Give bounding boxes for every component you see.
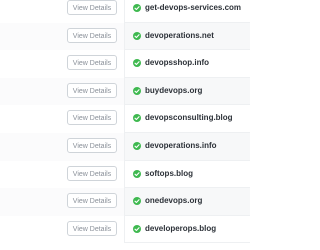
domain-list: View Details get-devops-services.com Vie… (0, 0, 250, 244)
domain-row: View Details developerops.blog (0, 215, 250, 244)
view-details-button[interactable]: View Details (67, 55, 117, 71)
check-circle-icon (133, 141, 141, 150)
domain-name[interactable]: devoperations.net (145, 30, 214, 42)
action-cell: View Details (0, 160, 124, 189)
check-circle-icon (133, 169, 141, 178)
check-circle-icon (133, 197, 141, 206)
action-cell: View Details (0, 105, 124, 133)
action-cell: View Details (0, 77, 124, 106)
action-cell: View Details (0, 50, 124, 78)
check-circle-icon (133, 4, 141, 12)
view-details-button[interactable]: View Details (67, 193, 117, 209)
check-circle-icon (133, 114, 141, 123)
view-details-button[interactable]: View Details (67, 220, 117, 236)
domain-row: View Details devoperations.info (0, 132, 250, 161)
domain-name[interactable]: softops.blog (145, 168, 193, 180)
domain-name[interactable]: developerops.blog (145, 223, 216, 235)
domain-row: View Details devoperations.net (0, 22, 250, 51)
view-details-button[interactable]: View Details (67, 165, 117, 181)
check-circle-icon (133, 86, 141, 95)
domain-row: View Details get-devops-services.com (0, 0, 250, 23)
action-cell: View Details (0, 132, 124, 161)
domain-row: View Details buydevops.org (0, 77, 250, 106)
domain-name[interactable]: get-devops-services.com (145, 2, 241, 14)
domain-name[interactable]: devopsconsulting.blog (145, 112, 233, 124)
view-details-button[interactable]: View Details (67, 0, 117, 15)
view-details-button[interactable]: View Details (67, 27, 117, 43)
action-cell: View Details (0, 188, 124, 216)
domain-row: View Details softops.blog (0, 160, 250, 189)
domain-row: View Details onedevops.org (0, 188, 250, 216)
action-cell: View Details (0, 215, 124, 244)
domain-name[interactable]: devopsshop.info (145, 57, 209, 69)
action-cell: View Details (0, 22, 124, 51)
domain-row: View Details devopsconsulting.blog (0, 105, 250, 133)
domain-row: View Details devopsshop.info (0, 50, 250, 78)
check-circle-icon (133, 59, 141, 68)
check-circle-icon (133, 31, 141, 40)
domain-name[interactable]: devoperations.info (145, 140, 217, 152)
domain-name[interactable]: buydevops.org (145, 85, 202, 97)
view-details-button[interactable]: View Details (67, 82, 117, 98)
view-details-button[interactable]: View Details (67, 137, 117, 153)
view-details-button[interactable]: View Details (67, 110, 117, 126)
action-cell: View Details (0, 0, 124, 23)
check-circle-icon (133, 224, 141, 233)
domain-name[interactable]: onedevops.org (145, 195, 202, 207)
